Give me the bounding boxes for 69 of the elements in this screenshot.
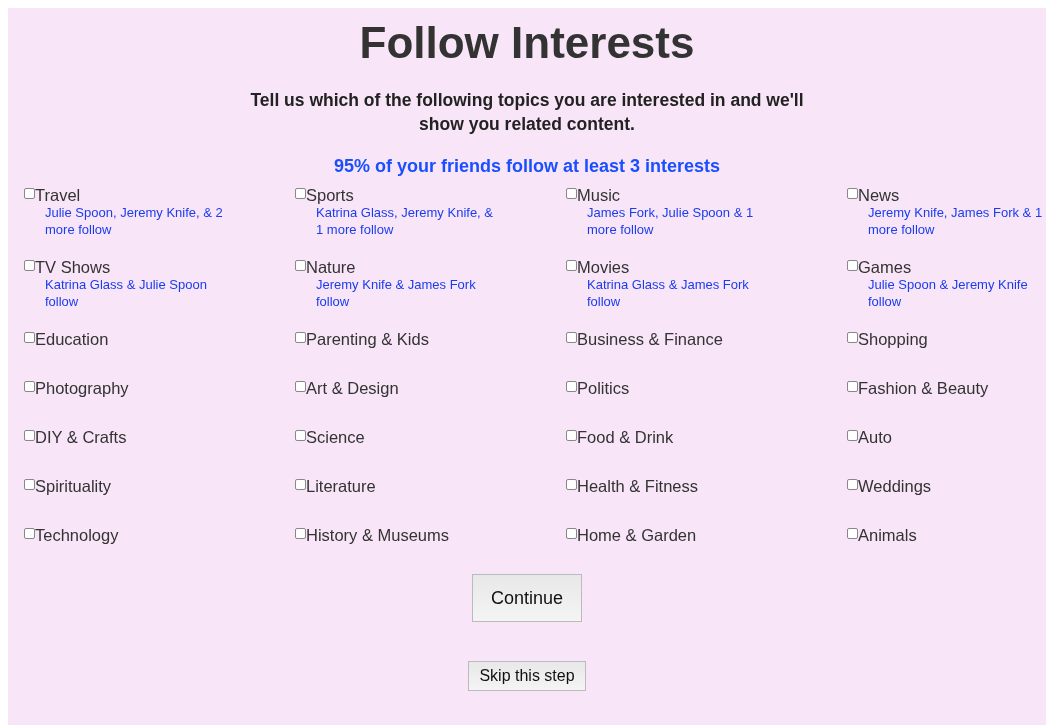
checkbox[interactable] [24,381,35,392]
continue-button[interactable]: Continue [471,574,583,622]
checkbox[interactable] [295,381,306,392]
interest-label[interactable]: Nature [306,257,356,277]
page-description: Tell us which of the following topics you are interested in and we'll show you related content. [249,89,805,136]
checkbox[interactable] [24,479,35,490]
friends-stat: 95% of your friends follow at least 3 interests [332,156,722,177]
interest-label[interactable]: Games [858,257,912,277]
interest-label[interactable]: Technology [35,525,119,545]
interest-label[interactable]: DIY & Crafts [35,427,127,447]
interest-label[interactable]: Home & Garden [577,525,697,545]
interest-label[interactable]: Politics [577,378,630,398]
friends-follow-text: James Fork, Julie Spoon & 1 more follow [587,205,755,238]
checkbox[interactable] [847,188,858,199]
interest-label[interactable]: Business & Finance [577,329,723,349]
checkbox[interactable] [295,332,306,343]
interest-label[interactable]: Health & Fitness [577,476,699,496]
interest-label[interactable]: Auto [858,427,892,447]
checkbox[interactable] [847,479,858,490]
friends-follow-text: Katrina Glass & Julie Spoon follow [45,277,208,310]
interest-label[interactable]: Photography [35,378,129,398]
interest-label[interactable]: Music [577,185,621,205]
checkbox[interactable] [295,188,306,199]
checkbox[interactable] [295,528,306,539]
interest-label[interactable]: Shopping [858,329,928,349]
checkbox[interactable] [847,260,858,271]
checkbox[interactable] [24,430,35,441]
checkbox[interactable] [566,332,577,343]
checkbox[interactable] [566,528,577,539]
checkbox[interactable] [24,528,35,539]
checkbox[interactable] [24,260,35,271]
friends-follow-text: Jeremy Knife, James Fork & 1 more follow [868,205,1044,238]
checkbox[interactable] [847,528,858,539]
interest-label[interactable]: Art & Design [306,378,399,398]
friends-follow-text: Jeremy Knife & James Fork follow [316,277,477,310]
interest-label[interactable]: Travel [35,185,81,205]
checkbox[interactable] [295,479,306,490]
skip-button[interactable]: Skip this step [468,661,586,691]
checkbox[interactable] [566,479,577,490]
interest-label[interactable]: Food & Drink [577,427,674,447]
checkbox[interactable] [566,260,577,271]
checkbox[interactable] [566,430,577,441]
friends-follow-text: Julie Spoon, Jeremy Knife, & 2 more follow [45,205,224,238]
friends-follow-text: Katrina Glass & James Fork follow [587,277,750,310]
checkbox[interactable] [566,381,577,392]
interest-label[interactable]: Weddings [858,476,932,496]
interest-label[interactable]: Parenting & Kids [306,329,429,349]
interest-label[interactable]: Science [306,427,365,447]
page-title: Follow Interests [358,18,696,68]
friends-follow-text: Katrina Glass, Jeremy Knife, & 1 more follow [316,205,494,238]
interest-label[interactable]: Literature [306,476,376,496]
interest-label[interactable]: Sports [306,185,354,205]
checkbox[interactable] [24,188,35,199]
interest-label[interactable]: TV Shows [35,257,111,277]
interest-label[interactable]: History & Museums [306,525,450,545]
checkbox[interactable] [295,260,306,271]
checkbox[interactable] [566,188,577,199]
checkbox[interactable] [295,430,306,441]
checkbox[interactable] [847,430,858,441]
interest-label[interactable]: Fashion & Beauty [858,378,989,398]
interest-label[interactable]: Education [35,329,109,349]
interest-label[interactable]: Movies [577,257,630,277]
checkbox[interactable] [847,332,858,343]
interest-label[interactable]: Animals [858,525,917,545]
interest-label[interactable]: Spirituality [35,476,112,496]
checkbox[interactable] [24,332,35,343]
interest-label[interactable]: News [858,185,900,205]
checkbox[interactable] [847,381,858,392]
friends-follow-text: Julie Spoon & Jeremy Knife follow [868,277,1029,310]
